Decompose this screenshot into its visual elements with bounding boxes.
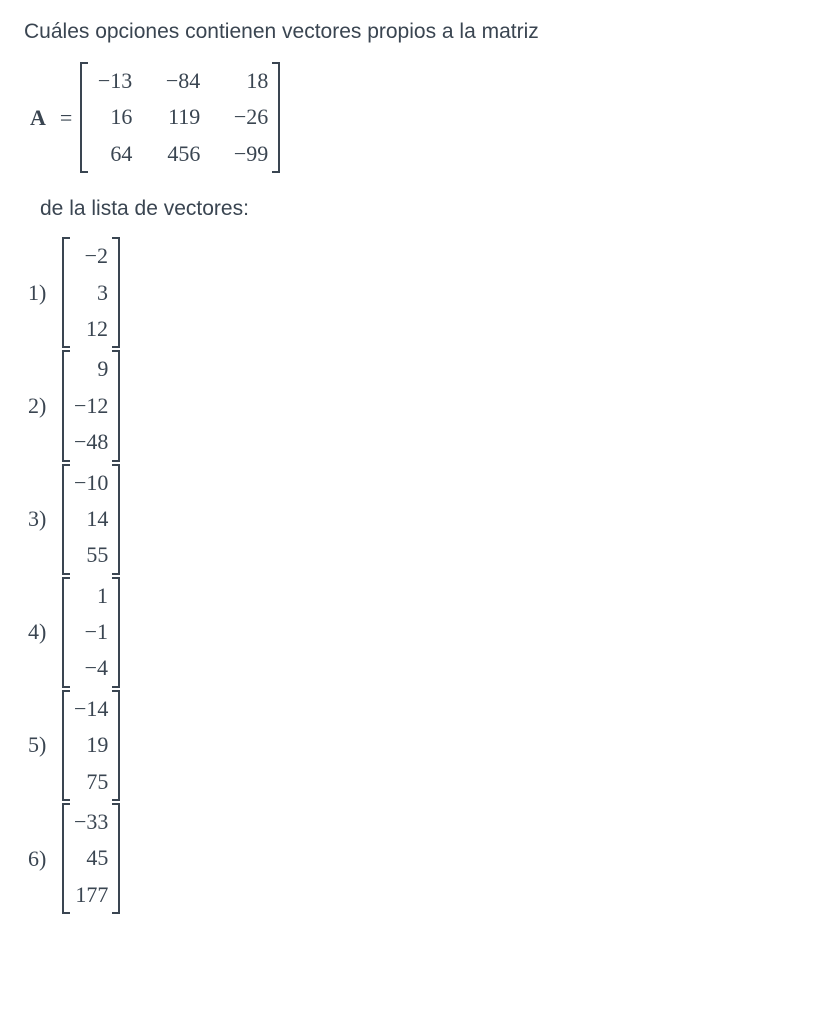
vector-cell: 75 (74, 769, 108, 795)
option-vector: −2 3 12 (62, 237, 120, 348)
vector-grid: −14 19 75 (70, 690, 112, 801)
vector-grid: −2 3 12 (70, 237, 112, 348)
option-label: 4) (28, 619, 52, 645)
option-label: 2) (28, 393, 52, 419)
matrix-cell: −13 (92, 68, 132, 94)
bracket-left (62, 237, 70, 348)
option-vector: 9 −12 −48 (62, 350, 120, 461)
matrix-A-grid: −13 −84 18 16 119 −26 64 456 −99 (88, 62, 272, 173)
option-6: 6) −33 45 177 (28, 803, 801, 914)
option-2: 2) 9 −12 −48 (28, 350, 801, 461)
vector-cell: −48 (74, 429, 108, 455)
option-vector: 1 −1 −4 (62, 577, 120, 688)
matrix-symbol: A (30, 105, 46, 131)
vector-cell: 3 (74, 280, 108, 306)
vector-grid: 1 −1 −4 (70, 577, 112, 688)
matrix-cell: −84 (160, 68, 200, 94)
matrix-cell: 456 (160, 141, 200, 167)
bracket-right (112, 690, 120, 801)
question-text: Cuáles opciones contienen vectores propi… (24, 20, 801, 44)
matrix-A: −13 −84 18 16 119 −26 64 456 −99 (80, 62, 280, 173)
bracket-right (112, 577, 120, 688)
matrix-cell: 16 (92, 104, 132, 130)
bracket-left (62, 803, 70, 914)
option-vector: −33 45 177 (62, 803, 120, 914)
vector-grid: 9 −12 −48 (70, 350, 112, 461)
option-4: 4) 1 −1 −4 (28, 577, 801, 688)
bracket-right (112, 464, 120, 575)
vector-cell: −33 (74, 809, 108, 835)
option-vector: −10 14 55 (62, 464, 120, 575)
matrix-definition: A = −13 −84 18 16 119 −26 64 456 −99 (30, 62, 801, 173)
matrix-cell: 64 (92, 141, 132, 167)
bracket-right (112, 803, 120, 914)
vector-cell: −4 (74, 655, 108, 681)
vector-cell: −14 (74, 696, 108, 722)
equals-sign: = (60, 105, 72, 131)
bracket-right (112, 350, 120, 461)
option-3: 3) −10 14 55 (28, 464, 801, 575)
option-vector: −14 19 75 (62, 690, 120, 801)
bracket-left (62, 690, 70, 801)
vector-cell: −10 (74, 470, 108, 496)
vector-cell: 45 (74, 845, 108, 871)
vector-cell: −1 (74, 619, 108, 645)
option-label: 6) (28, 846, 52, 872)
vector-cell: 1 (74, 583, 108, 609)
vector-cell: 177 (74, 882, 108, 908)
bracket-right (112, 237, 120, 348)
matrix-cell: −26 (228, 104, 268, 130)
option-1: 1) −2 3 12 (28, 237, 801, 348)
bracket-left (62, 577, 70, 688)
bracket-right (272, 62, 280, 173)
vector-cell: 19 (74, 732, 108, 758)
bracket-left (62, 350, 70, 461)
option-label: 3) (28, 506, 52, 532)
vector-cell: 9 (74, 356, 108, 382)
matrix-cell: 18 (228, 68, 268, 94)
vector-cell: 12 (74, 316, 108, 342)
option-label: 5) (28, 732, 52, 758)
list-intro-text: de la lista de vectores: (40, 197, 801, 221)
matrix-cell: −99 (228, 141, 268, 167)
matrix-cell: 119 (160, 104, 200, 130)
vector-cell: 14 (74, 506, 108, 532)
vector-grid: −10 14 55 (70, 464, 112, 575)
vector-cell: 55 (74, 542, 108, 568)
option-5: 5) −14 19 75 (28, 690, 801, 801)
vector-grid: −33 45 177 (70, 803, 112, 914)
bracket-left (62, 464, 70, 575)
option-label: 1) (28, 280, 52, 306)
vector-cell: −12 (74, 393, 108, 419)
vector-cell: −2 (74, 243, 108, 269)
bracket-left (80, 62, 88, 173)
